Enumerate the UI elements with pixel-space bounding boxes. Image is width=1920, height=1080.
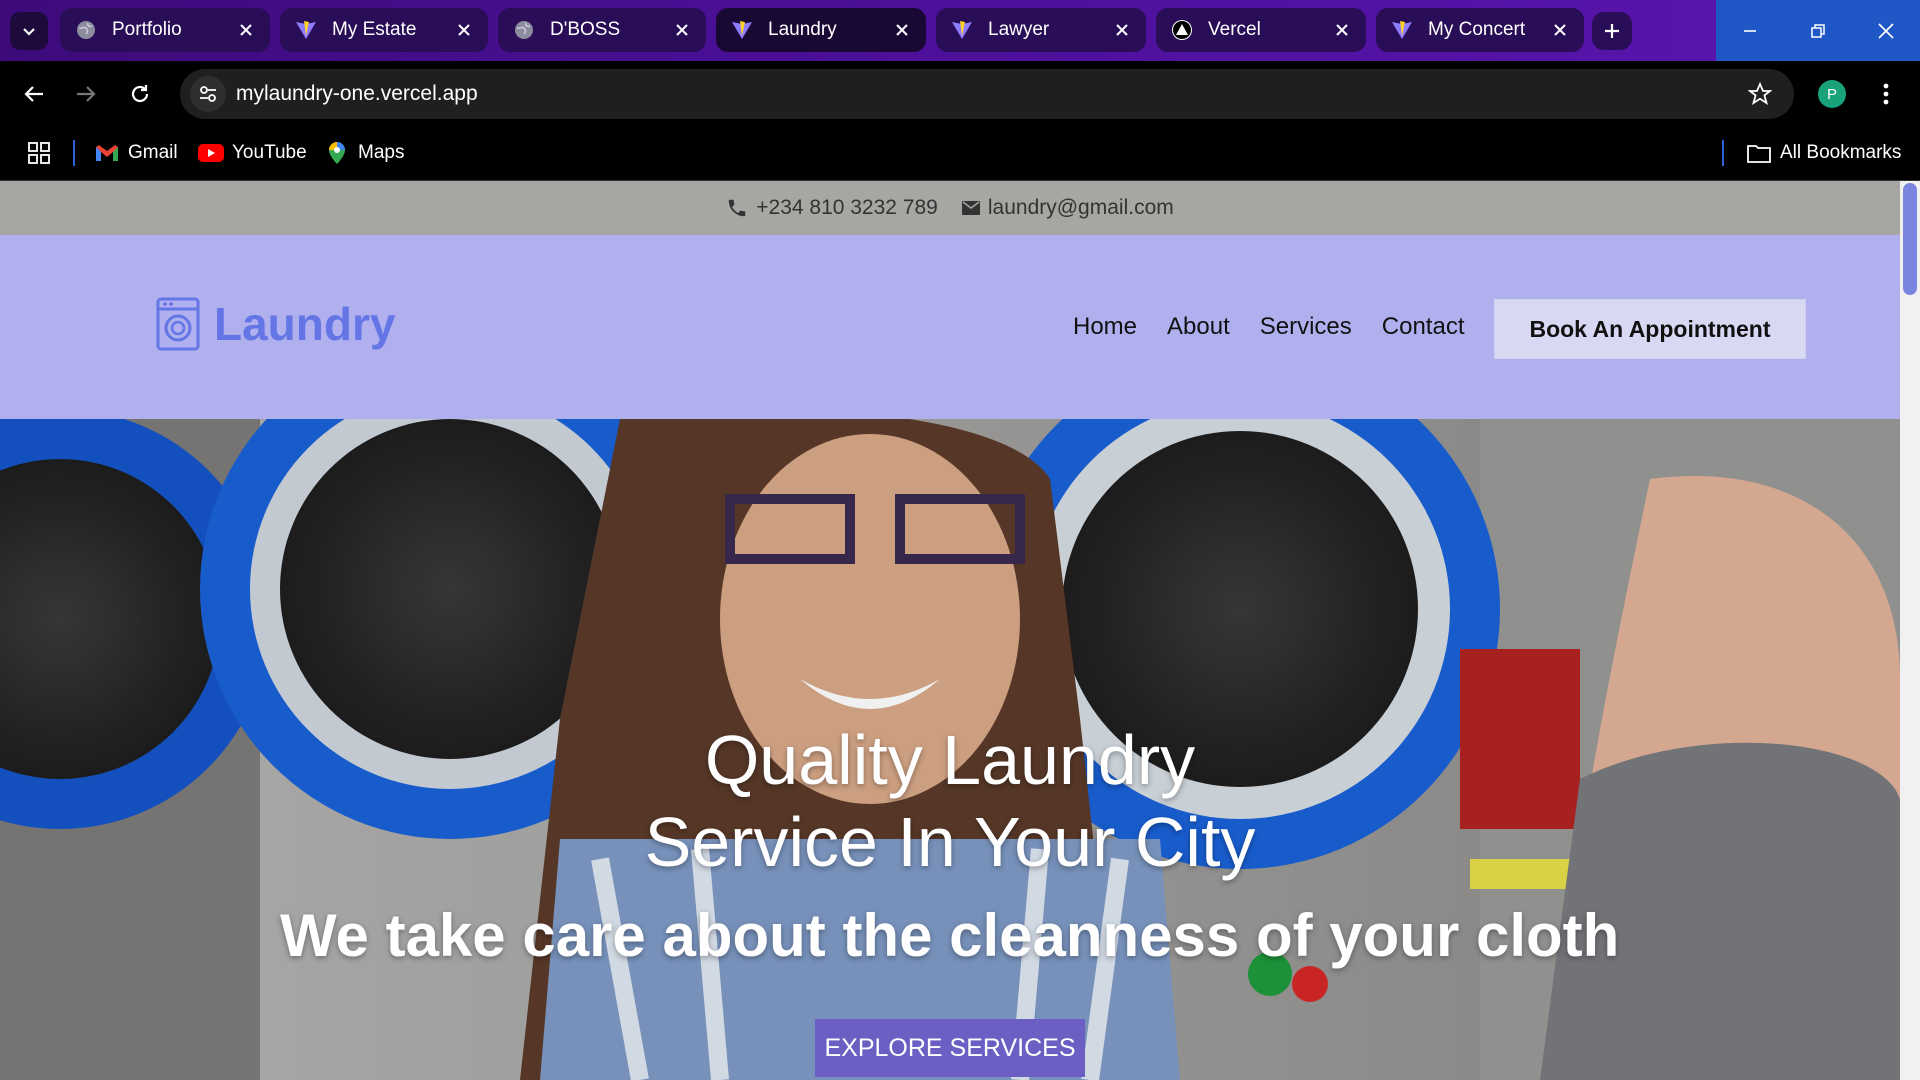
close-icon[interactable] [454, 20, 474, 40]
tab-search-button[interactable] [10, 12, 48, 50]
tab-my-estate[interactable]: My Estate [280, 8, 488, 52]
book-appointment-button[interactable]: Book An Appointment [1494, 299, 1806, 359]
tab-title: Lawyer [988, 19, 1050, 40]
tab-laundry[interactable]: Laundry [716, 8, 926, 52]
reload-button[interactable] [120, 74, 160, 114]
browser-toolbar: mylaundry-one.vercel.app P [0, 61, 1920, 126]
site-info-button[interactable] [190, 76, 226, 112]
scrollbar-thumb[interactable] [1903, 183, 1917, 295]
close-icon[interactable] [236, 20, 256, 40]
profile-avatar[interactable]: P [1818, 80, 1846, 108]
bookmark-label: Gmail [128, 142, 178, 163]
email-address: laundry@gmail.com [987, 196, 1174, 219]
hero-subtitle: We take care about the cleanness of your… [280, 902, 1620, 969]
close-icon [1878, 22, 1894, 39]
chevron-down-icon [23, 28, 35, 36]
plus-icon [1605, 24, 1619, 38]
reload-icon [131, 85, 149, 103]
vite-icon [730, 18, 754, 42]
bookmark-label: Maps [358, 142, 405, 163]
window-controls [1716, 0, 1920, 61]
close-window-button[interactable] [1852, 0, 1920, 61]
contact-topbar: +234 810 3232 789 laundry@gmail.com [0, 181, 1900, 235]
page-scrollbar[interactable] [1900, 181, 1920, 1080]
back-button[interactable] [14, 74, 54, 114]
tab-my-concert[interactable]: My Concert [1376, 8, 1584, 52]
bookmark-youtube[interactable]: YouTube [198, 139, 307, 167]
tab-title: Vercel [1208, 19, 1261, 40]
explore-services-button[interactable]: EXPLORE SERVICES [815, 1019, 1085, 1077]
hero-section: Quality Laundry Service In Your City We … [0, 419, 1900, 1080]
tab-title: D'BOSS [550, 19, 621, 40]
restore-icon [1811, 23, 1825, 38]
more-vertical-icon [1883, 83, 1889, 105]
all-bookmarks-button[interactable]: All Bookmarks [1746, 139, 1901, 167]
restore-button[interactable] [1784, 0, 1852, 61]
vite-icon [950, 18, 974, 42]
tab-title: My Concert [1428, 19, 1526, 40]
washing-machine-icon [156, 297, 200, 351]
bookmarks-bar: Gmail YouTube Maps All Bookmarks [0, 126, 1920, 181]
tab-title: Portfolio [112, 19, 182, 40]
close-icon[interactable] [892, 20, 912, 40]
menu-button[interactable] [1874, 78, 1898, 110]
close-icon[interactable] [1332, 20, 1352, 40]
tab-dboss[interactable]: D'BOSS [498, 8, 706, 52]
page-viewport: +234 810 3232 789 laundry@gmail.com Laun… [0, 181, 1920, 1080]
hero-title: Quality Laundry Service In Your City [0, 719, 1900, 883]
nav-home[interactable]: Home [1073, 313, 1137, 341]
gmail-icon [94, 141, 120, 165]
star-icon [1748, 82, 1772, 106]
bookmark-gmail[interactable]: Gmail [94, 139, 178, 167]
nav-about[interactable]: About [1167, 313, 1230, 341]
vite-icon [294, 18, 318, 42]
minimize-icon [1744, 29, 1756, 32]
globe-icon [512, 18, 536, 42]
tab-title: My Estate [332, 19, 417, 40]
tab-vercel[interactable]: Vercel [1156, 8, 1366, 52]
tab-strip: Portfolio My Estate D'BOSS Laundry Lawye… [0, 0, 1920, 61]
tab-lawyer[interactable]: Lawyer [936, 8, 1146, 52]
contact-email[interactable]: laundry@gmail.com [961, 196, 1174, 220]
close-icon[interactable] [672, 20, 692, 40]
nav-services[interactable]: Services [1260, 313, 1352, 341]
nav-contact[interactable]: Contact [1382, 313, 1465, 341]
main-nav: Home About Services Contact [1073, 313, 1465, 341]
tab-title: Laundry [768, 19, 837, 40]
close-icon[interactable] [1112, 20, 1132, 40]
maps-icon [324, 141, 350, 165]
bookmarks-separator [73, 140, 75, 166]
arrow-right-icon [77, 86, 96, 102]
phone-icon [729, 199, 746, 217]
mail-icon [961, 201, 980, 215]
new-tab-button[interactable] [1592, 12, 1632, 50]
bookmark-star-button[interactable] [1746, 80, 1774, 108]
url-text[interactable]: mylaundry-one.vercel.app [236, 82, 478, 106]
vercel-icon [1170, 18, 1194, 42]
all-bookmarks-label: All Bookmarks [1780, 142, 1902, 163]
site-logo[interactable]: Laundry [156, 297, 395, 351]
bookmark-label: YouTube [232, 142, 307, 163]
forward-button[interactable] [66, 74, 106, 114]
site-header: Laundry Home About Services Contact Book… [0, 235, 1900, 419]
phone-number: +234 810 3232 789 [756, 196, 938, 219]
minimize-button[interactable] [1716, 0, 1784, 61]
address-bar[interactable]: mylaundry-one.vercel.app [180, 69, 1794, 119]
globe-icon [74, 18, 98, 42]
logo-text: Laundry [214, 298, 396, 350]
bookmarks-separator [1722, 140, 1724, 166]
vite-icon [1390, 18, 1414, 42]
bookmark-maps[interactable]: Maps [324, 139, 404, 167]
hero-title-line-2: Service In Your City [644, 803, 1256, 881]
tune-icon [200, 86, 216, 102]
arrow-left-icon [24, 86, 43, 102]
apps-button[interactable] [26, 139, 60, 167]
youtube-icon [198, 141, 224, 165]
close-icon[interactable] [1550, 20, 1570, 40]
hero-title-line-1: Quality Laundry [704, 721, 1196, 799]
folder-icon [1746, 141, 1772, 165]
contact-phone[interactable]: +234 810 3232 789 [726, 196, 938, 220]
tab-portfolio[interactable]: Portfolio [60, 8, 270, 52]
apps-grid-icon [26, 141, 52, 165]
